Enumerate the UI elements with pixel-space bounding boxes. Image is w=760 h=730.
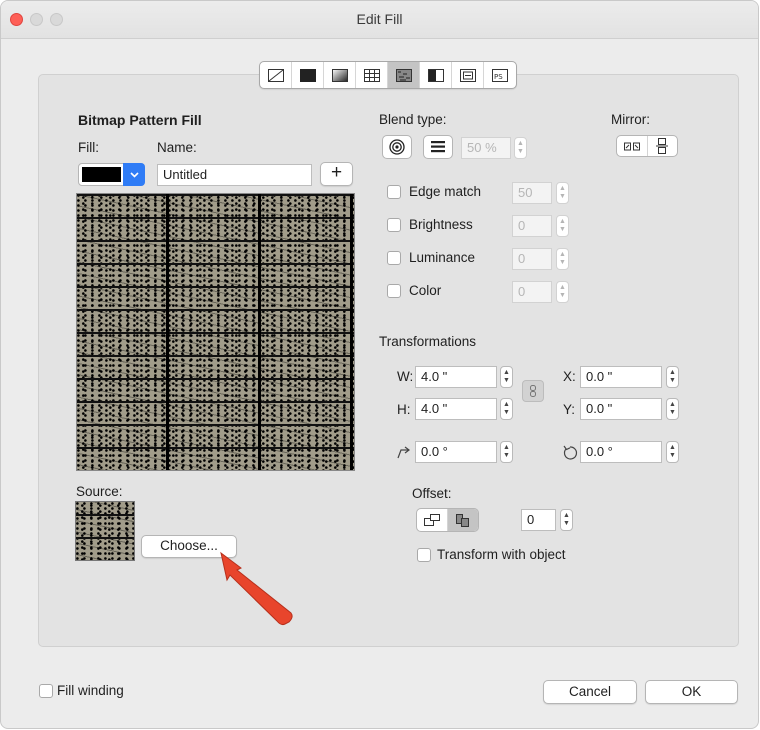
width-label: W: <box>397 369 414 384</box>
edge-match-label: Edge match <box>409 184 482 199</box>
fill-winding-label: Fill winding <box>57 683 124 698</box>
color-checkbox[interactable] <box>387 284 401 298</box>
height-label: H: <box>397 402 411 417</box>
y-offset-field[interactable]: 0.0 " <box>580 398 662 420</box>
no-fill-icon[interactable] <box>260 62 292 88</box>
uniform-fill-icon[interactable] <box>292 62 324 88</box>
annotation-arrow-icon <box>220 551 293 626</box>
offset-label: Offset: <box>412 486 452 501</box>
transform-with-object-checkbox[interactable] <box>417 548 431 562</box>
mirror-horizontal-icon[interactable] <box>617 136 648 156</box>
edge-match-field[interactable]: 50 <box>512 182 552 204</box>
vector-pattern-icon[interactable] <box>356 62 388 88</box>
mirror-vertical-icon[interactable] <box>648 136 678 156</box>
color-label: Color <box>409 283 442 298</box>
x-offset-field[interactable]: 0.0 " <box>580 366 662 388</box>
edit-fill-dialog: Edit Fill PS Bitmap Pattern Fill Fill: N… <box>0 0 759 729</box>
add-pattern-button[interactable]: + <box>320 162 353 186</box>
width-field[interactable]: 4.0 " <box>415 366 497 388</box>
rotate-icon <box>563 445 578 460</box>
x-label: X: <box>563 369 576 384</box>
mirror-buttons <box>616 135 678 157</box>
brightness-checkbox[interactable] <box>387 218 401 232</box>
texture-fill-icon[interactable] <box>452 62 484 88</box>
offset-value-field[interactable]: 0 <box>521 509 556 531</box>
color-field[interactable]: 0 <box>512 281 552 303</box>
fill-color-swatch <box>82 167 121 182</box>
title-bar: Edit Fill <box>1 1 758 39</box>
linear-blend-icon[interactable] <box>423 135 453 159</box>
pattern-name-field[interactable]: Untitled <box>157 164 312 186</box>
brightness-stepper[interactable]: ▲ ▼ <box>556 215 569 237</box>
fill-label: Fill: <box>78 140 99 155</box>
blend-percent-stepper[interactable]: ▲ ▼ <box>514 137 527 159</box>
luminance-checkbox[interactable] <box>387 251 401 265</box>
brightness-label: Brightness <box>409 217 473 232</box>
fill-type-toolbar: PS <box>259 61 517 89</box>
luminance-stepper[interactable]: ▲ ▼ <box>556 248 569 270</box>
bitmap-pattern-heading: Bitmap Pattern Fill <box>78 112 202 128</box>
luminance-field[interactable]: 0 <box>512 248 552 270</box>
blend-type-label: Blend type: <box>379 112 447 127</box>
brightness-field[interactable]: 0 <box>512 215 552 237</box>
source-thumbnail <box>75 501 135 561</box>
pattern-preview <box>76 193 355 471</box>
edge-match-checkbox[interactable] <box>387 185 401 199</box>
skew-field[interactable]: 0.0 ° <box>415 441 497 463</box>
offset-value-stepper[interactable]: ▲ ▼ <box>560 509 573 531</box>
fountain-fill-icon[interactable] <box>324 62 356 88</box>
chevron-down-icon <box>123 163 145 186</box>
skew-stepper[interactable]: ▲ ▼ <box>500 441 513 463</box>
height-stepper[interactable]: ▲ ▼ <box>500 398 513 420</box>
fill-color-picker[interactable] <box>78 163 145 186</box>
cancel-button[interactable]: Cancel <box>543 680 637 704</box>
y-label: Y: <box>563 402 576 417</box>
svg-text:PS: PS <box>494 73 503 81</box>
radial-blend-icon[interactable] <box>382 135 412 159</box>
transform-with-object-label: Transform with object <box>437 547 566 562</box>
name-label: Name: <box>157 140 197 155</box>
lock-ratio-icon[interactable] <box>522 380 544 402</box>
edge-match-stepper[interactable]: ▲ ▼ <box>556 182 569 204</box>
mirror-label: Mirror: <box>611 112 650 127</box>
luminance-label: Luminance <box>409 250 476 265</box>
ok-button[interactable]: OK <box>645 680 738 704</box>
postscript-fill-icon[interactable]: PS <box>484 62 516 88</box>
two-color-pattern-icon[interactable] <box>420 62 452 88</box>
row-offset-icon[interactable] <box>417 509 448 531</box>
height-field[interactable]: 4.0 " <box>415 398 497 420</box>
fill-winding-checkbox[interactable] <box>39 684 53 698</box>
blend-percent-field[interactable]: 50 % <box>461 137 511 159</box>
offset-mode-buttons <box>416 508 479 532</box>
x-offset-stepper[interactable]: ▲ ▼ <box>666 366 679 388</box>
color-stepper[interactable]: ▲ ▼ <box>556 281 569 303</box>
skew-icon <box>397 446 410 459</box>
y-offset-stepper[interactable]: ▲ ▼ <box>666 398 679 420</box>
window-title: Edit Fill <box>356 11 403 27</box>
width-stepper[interactable]: ▲ ▼ <box>500 366 513 388</box>
column-offset-icon[interactable] <box>448 509 478 531</box>
rotation-field[interactable]: 0.0 ° <box>580 441 662 463</box>
transformations-heading: Transformations <box>379 334 477 349</box>
rotation-stepper[interactable]: ▲ ▼ <box>666 441 679 463</box>
source-label: Source: <box>76 484 123 499</box>
bitmap-pattern-icon[interactable] <box>388 62 420 88</box>
